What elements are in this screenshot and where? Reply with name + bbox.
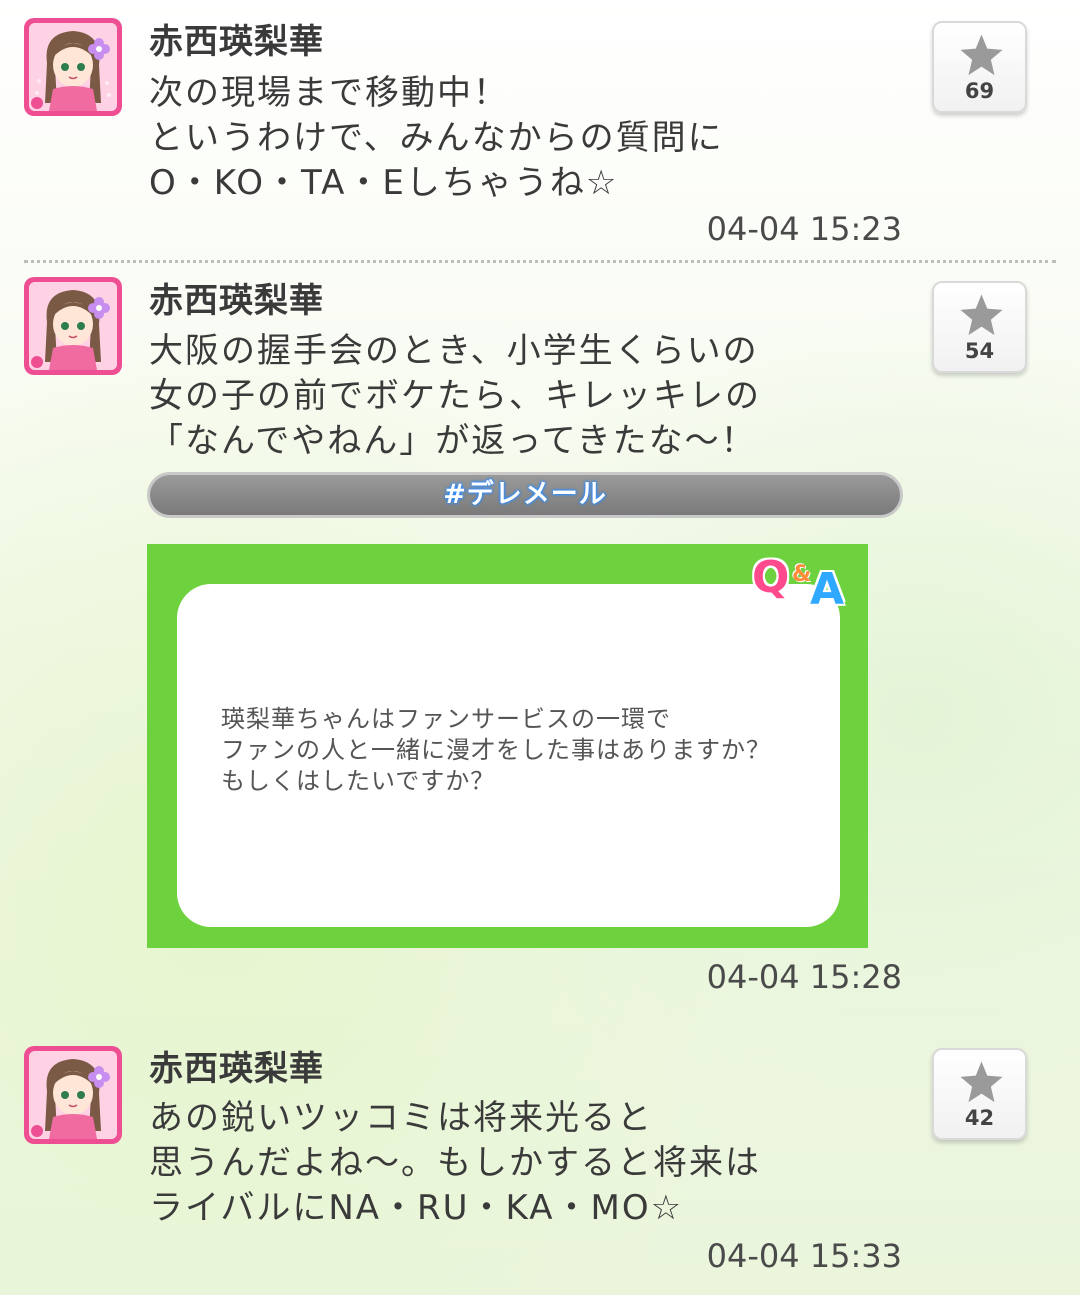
- author-name: 赤西瑛梨華: [149, 22, 324, 62]
- qa-logo-a: A: [810, 564, 845, 615]
- post-timestamp: 04-04 15:33: [706, 1237, 902, 1275]
- favorite-count: 54: [964, 339, 995, 363]
- author-name: 赤西瑛梨華: [149, 1049, 324, 1089]
- favorite-count: 69: [964, 79, 995, 103]
- hashtag-label: #デレメール: [443, 479, 607, 510]
- qa-question-text: 瑛梨華ちゃんはファンサービスの一環で ファンの人と一緒に漫才をした事はありますか…: [221, 705, 771, 795]
- favorite-button[interactable]: 69: [932, 21, 1027, 113]
- post-text: 次の現場まで移動中！ というわけで、みんなからの質問に O・KO・TA・Eしちゃ…: [149, 73, 724, 203]
- favorite-button[interactable]: 42: [932, 1048, 1027, 1140]
- qa-image-card[interactable]: 瑛梨華ちゃんはファンサービスの一環で ファンの人と一緒に漫才をした事はありますか…: [147, 544, 868, 948]
- hashtag-button[interactable]: #デレメール: [147, 472, 903, 518]
- author-name: 赤西瑛梨華: [149, 281, 324, 321]
- character-avatar-icon: [29, 282, 117, 370]
- qa-logo-amp: &: [792, 562, 812, 587]
- character-avatar-icon: [29, 23, 117, 111]
- qa-question-panel: 瑛梨華ちゃんはファンサービスの一環で ファンの人と一緒に漫才をした事はありますか…: [177, 584, 840, 927]
- favorite-button[interactable]: 54: [932, 281, 1027, 373]
- star-icon: [960, 1061, 1003, 1103]
- post-divider: [24, 260, 1056, 263]
- post-timestamp: 04-04 15:23: [706, 210, 902, 248]
- avatar[interactable]: [24, 1046, 122, 1144]
- favorite-count: 42: [964, 1106, 995, 1130]
- character-avatar-icon: [29, 1051, 117, 1139]
- star-icon: [960, 294, 1003, 336]
- qa-logo-q: Q: [752, 552, 790, 603]
- avatar[interactable]: [24, 277, 122, 375]
- post-text: あの鋭いツッコミは将来光ると 思うんだよね～。もしかすると将来は ライバルにNA…: [149, 1098, 761, 1228]
- qa-logo: Q & A: [752, 552, 864, 615]
- post-timestamp: 04-04 15:28: [706, 958, 902, 996]
- avatar[interactable]: [24, 18, 122, 116]
- star-icon: [960, 34, 1003, 76]
- post-text: 大阪の握手会のとき、小学生くらいの 女の子の前でボケたら、キレッキレの 「なんで…: [149, 331, 761, 461]
